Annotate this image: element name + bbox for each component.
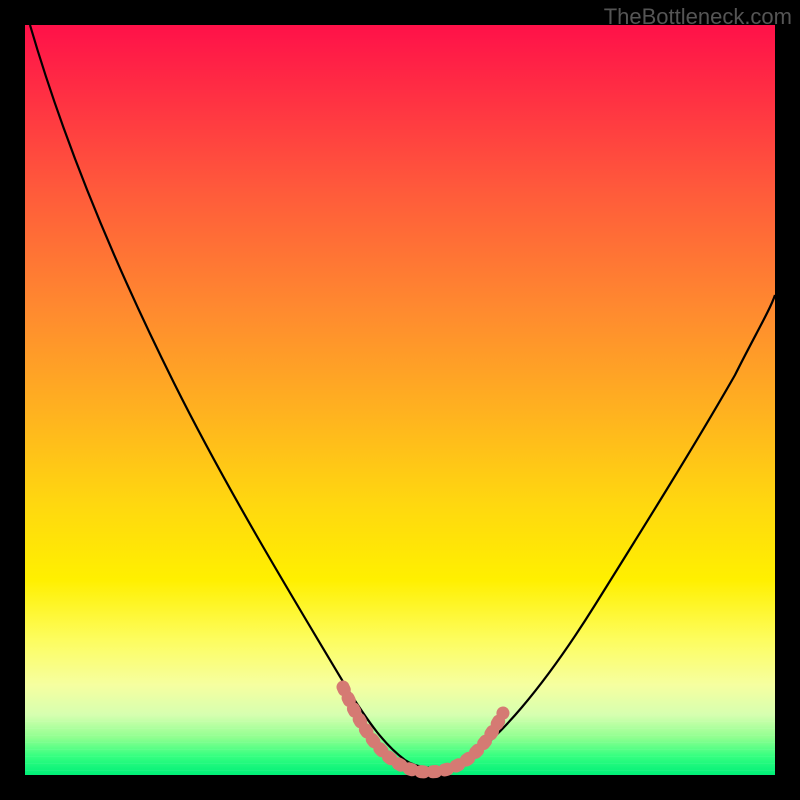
chart-svg	[25, 25, 775, 775]
plot-area	[25, 25, 775, 775]
bottleneck-curve-path	[30, 25, 775, 768]
chart-frame: TheBottleneck.com	[0, 0, 800, 800]
optimal-zone-path	[343, 687, 503, 772]
